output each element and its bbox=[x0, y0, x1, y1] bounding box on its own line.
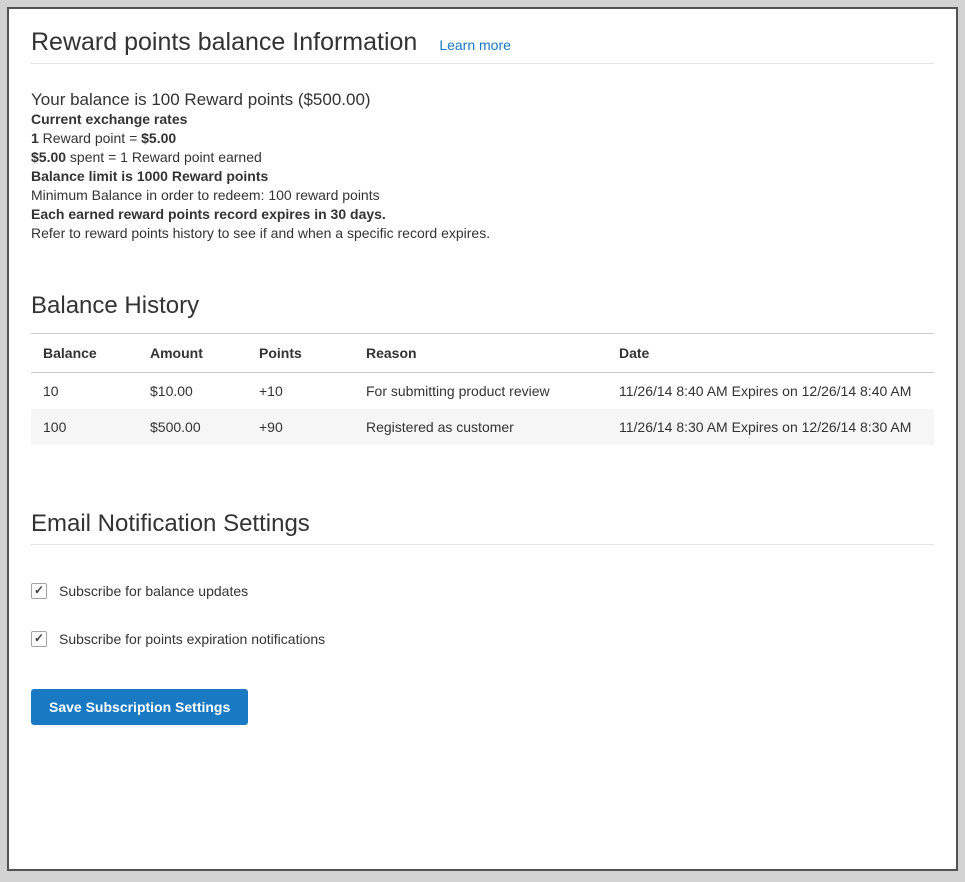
table-header-row: Balance Amount Points Reason Date bbox=[31, 334, 934, 373]
rate-line2: $5.00 spent = 1 Reward point earned bbox=[31, 149, 262, 165]
col-header-date: Date bbox=[607, 334, 934, 373]
cell-points: +90 bbox=[247, 409, 354, 445]
subscribe-balance-updates-label: Subscribe for balance updates bbox=[59, 583, 248, 599]
cell-reason: Registered as customer bbox=[354, 409, 607, 445]
rate1-text: Reward point = bbox=[39, 130, 141, 146]
cell-date: 11/26/14 8:40 AM Expires on 12/26/14 8:4… bbox=[607, 373, 934, 410]
balance-history-heading: Balance History bbox=[31, 291, 934, 320]
cell-amount: $500.00 bbox=[138, 409, 247, 445]
table-row: 100 $500.00 +90 Registered as customer 1… bbox=[31, 409, 934, 445]
col-header-reason: Reason bbox=[354, 334, 607, 373]
rate2-text: spent = bbox=[66, 149, 120, 165]
checkmark-icon: ✓ bbox=[34, 584, 44, 596]
cell-balance: 100 bbox=[31, 409, 138, 445]
expiry-note-text: Refer to reward points history to see if… bbox=[31, 224, 934, 243]
learn-more-link[interactable]: Learn more bbox=[439, 37, 511, 53]
email-notification-heading: Email Notification Settings bbox=[31, 509, 934, 538]
rate1-currency: $5.00 bbox=[141, 130, 176, 146]
page-title: Reward points balance Information bbox=[31, 27, 417, 57]
rate1-points: 1 bbox=[31, 130, 39, 146]
col-header-points: Points bbox=[247, 334, 354, 373]
cell-points: +10 bbox=[247, 373, 354, 410]
subscribe-expiration-row: ✓ Subscribe for points expiration notifi… bbox=[31, 631, 934, 647]
table-row: 10 $10.00 +10 For submitting product rev… bbox=[31, 373, 934, 410]
rate-line1: 1 Reward point = $5.00 bbox=[31, 130, 176, 146]
cell-reason: For submitting product review bbox=[354, 373, 607, 410]
email-section-divider bbox=[31, 544, 934, 545]
reward-info-panel: Reward points balance Information Learn … bbox=[7, 7, 958, 871]
col-header-amount: Amount bbox=[138, 334, 247, 373]
cell-balance: 10 bbox=[31, 373, 138, 410]
min-balance-text: Minimum Balance in order to redeem: 100 … bbox=[31, 186, 934, 205]
cell-date: 11/26/14 8:30 AM Expires on 12/26/14 8:3… bbox=[607, 409, 934, 445]
rate2-points: 1 Reward point earned bbox=[120, 149, 262, 165]
cell-amount: $10.00 bbox=[138, 373, 247, 410]
subscribe-expiration-checkbox[interactable]: ✓ bbox=[31, 631, 47, 647]
header-divider bbox=[31, 63, 934, 64]
page-header: Reward points balance Information Learn … bbox=[31, 27, 934, 57]
exchange-rates-lines: 1 Reward point = $5.00 $5.00 spent = 1 R… bbox=[31, 129, 934, 167]
subscribe-expiration-label: Subscribe for points expiration notifica… bbox=[59, 631, 325, 647]
rate2-currency: $5.00 bbox=[31, 149, 66, 165]
save-subscription-settings-button[interactable]: Save Subscription Settings bbox=[31, 689, 248, 725]
subscribe-balance-updates-row: ✓ Subscribe for balance updates bbox=[31, 583, 934, 599]
balance-history-table: Balance Amount Points Reason Date 10 $10… bbox=[31, 333, 934, 445]
exchange-rates-heading: Current exchange rates bbox=[31, 110, 934, 129]
subscribe-balance-updates-checkbox[interactable]: ✓ bbox=[31, 583, 47, 599]
balance-limit-text: Balance limit is 1000 Reward points bbox=[31, 167, 934, 186]
balance-summary: Your balance is 100 Reward points ($500.… bbox=[31, 90, 934, 110]
expiry-text: Each earned reward points record expires… bbox=[31, 205, 934, 224]
checkmark-icon: ✓ bbox=[34, 632, 44, 644]
col-header-balance: Balance bbox=[31, 334, 138, 373]
